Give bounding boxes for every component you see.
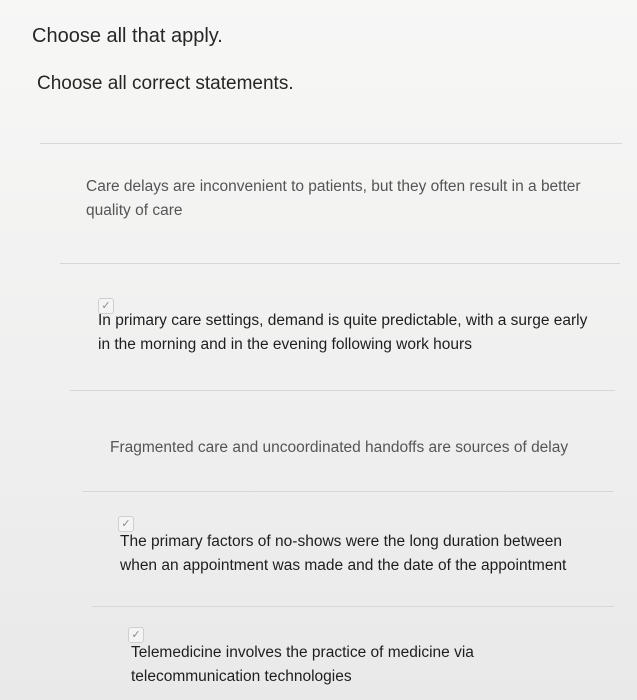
option-label: In primary care settings, demand is quit… [98,312,588,353]
answer-option-2[interactable]: In primary care settings, demand is quit… [98,309,588,357]
divider [92,606,614,607]
divider [40,143,622,144]
divider [82,491,614,492]
answer-option-1[interactable]: Care delays are inconvenient to patients… [86,175,586,223]
option-label: Telemedicine involves the practice of me… [131,644,474,685]
divider [70,390,615,391]
option-label: The primary factors of no-shows were the… [120,533,567,574]
answer-option-4[interactable]: The primary factors of no-shows were the… [120,530,590,578]
answer-option-3[interactable]: Fragmented care and uncoordinated handof… [110,436,600,460]
option-label: Care delays are inconvenient to patients… [86,178,581,219]
answer-option-5[interactable]: Telemedicine involves the practice of me… [131,641,531,689]
question-prompt: Choose all correct statements. [37,73,294,94]
divider [60,263,620,264]
instruction-text: Choose all that apply. [32,25,223,47]
question-page: Choose all that apply. Choose all correc… [0,0,637,700]
option-label: Fragmented care and uncoordinated handof… [110,439,569,456]
